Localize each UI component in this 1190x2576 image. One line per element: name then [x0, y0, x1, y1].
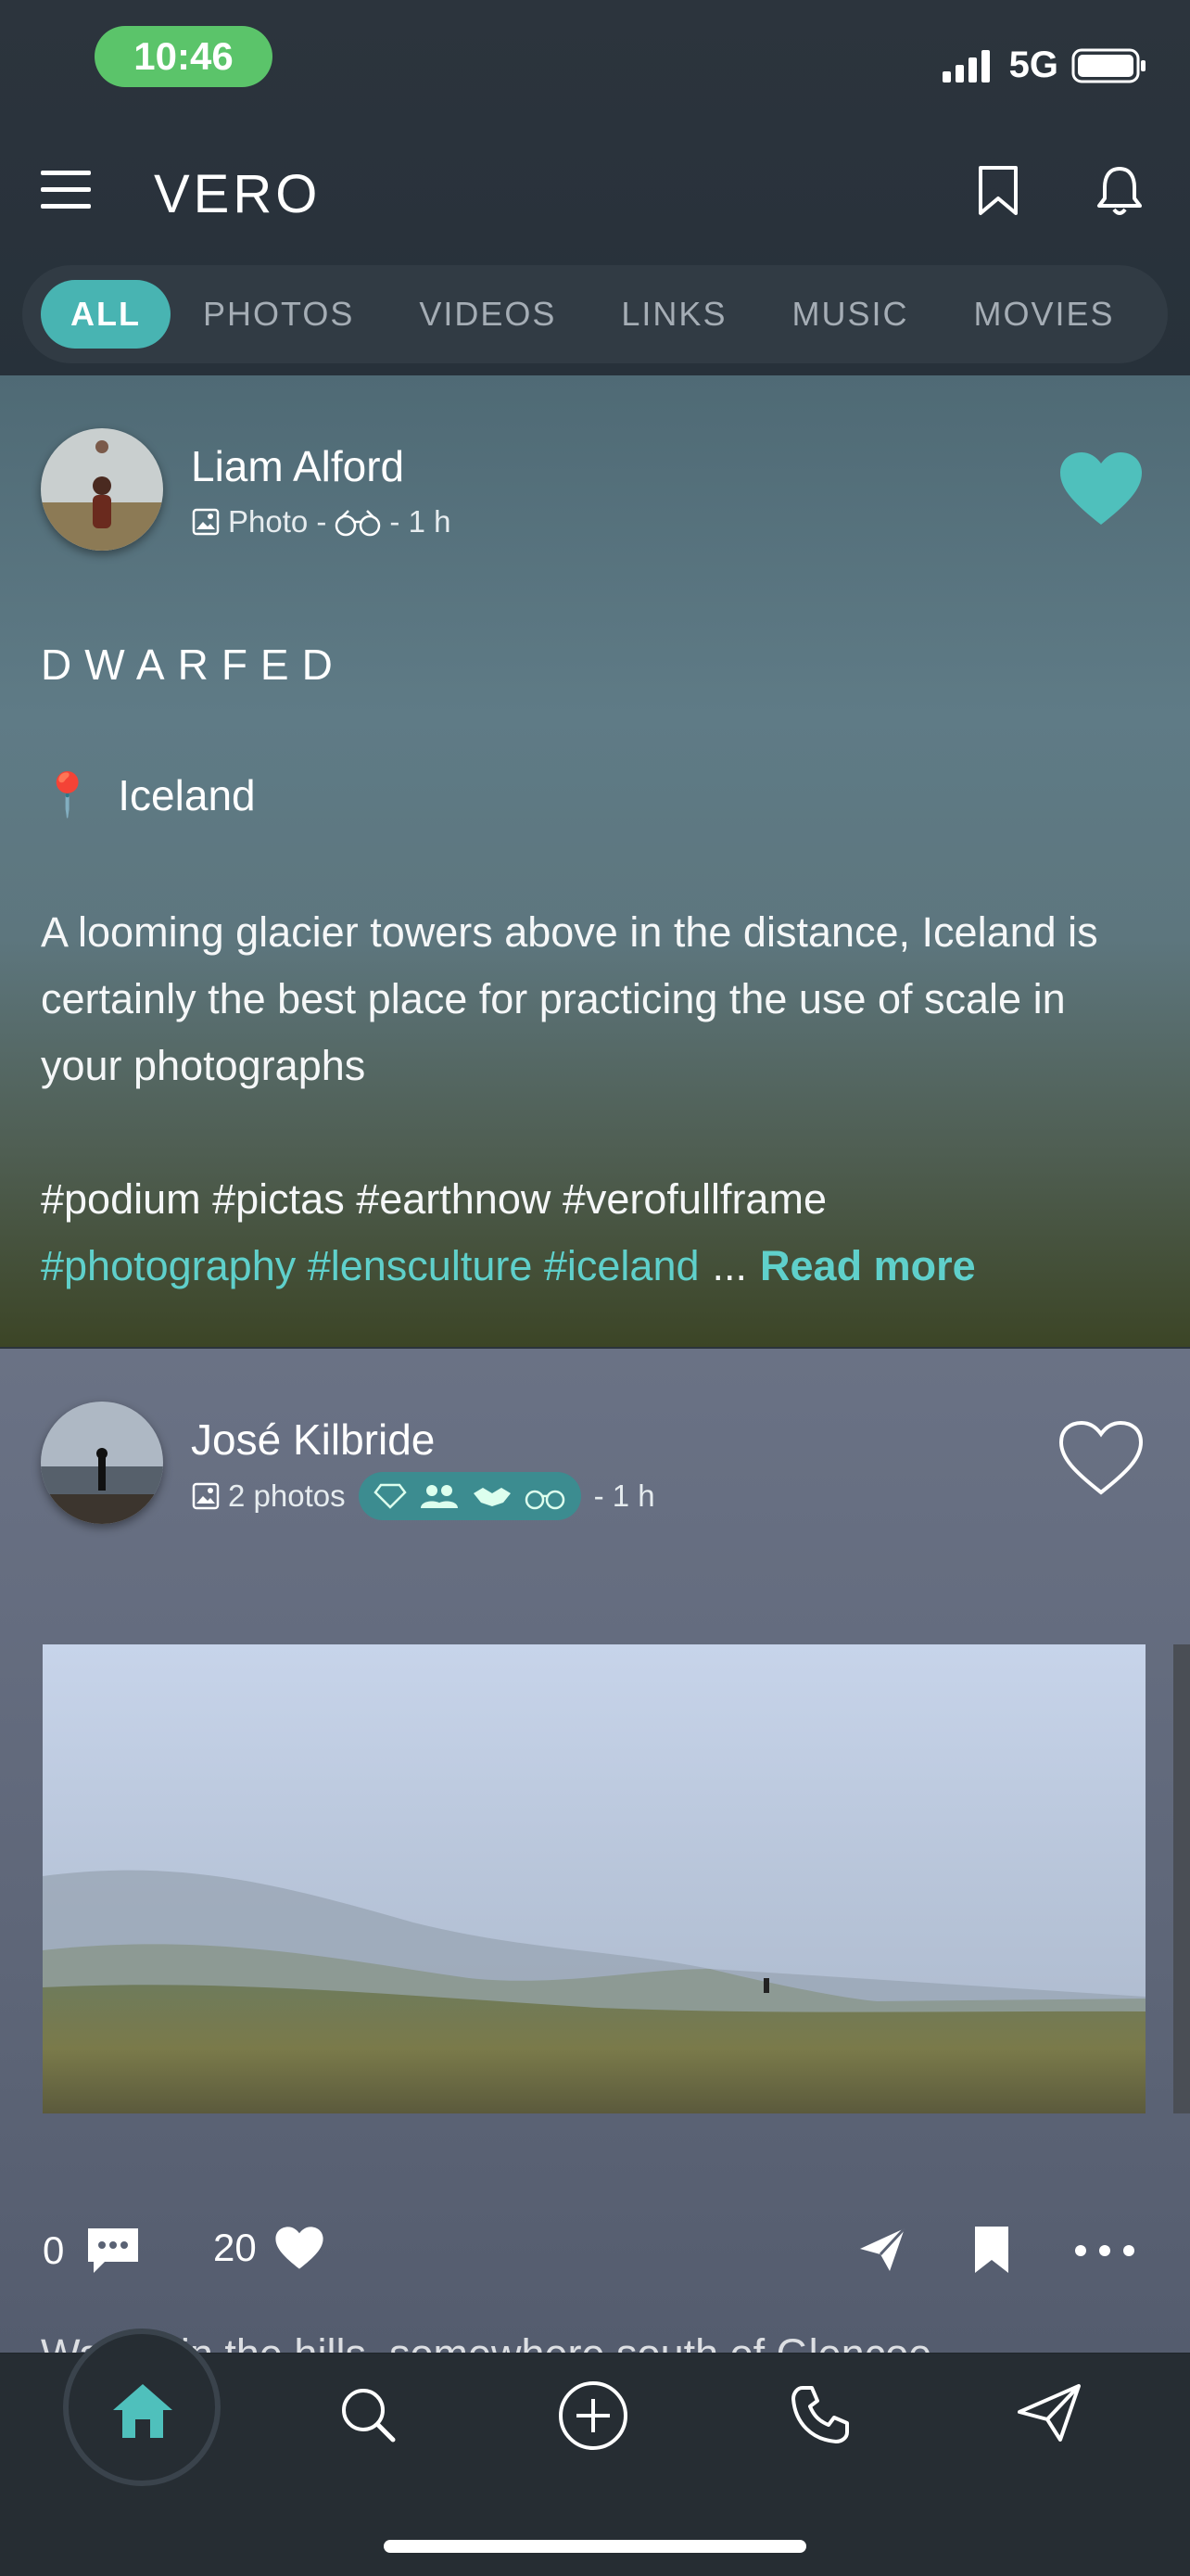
likes-action[interactable]: 20	[213, 2225, 325, 2271]
post-type: 2 photos	[228, 1478, 346, 1513]
avatar[interactable]	[41, 428, 163, 551]
heart-icon	[275, 2227, 323, 2269]
post-text: A looming glacier towers above in the di…	[41, 908, 1098, 1089]
next-photo-peek[interactable]	[1173, 1644, 1190, 2113]
post-title: DWARFED	[41, 641, 346, 689]
photo-icon	[192, 1482, 220, 1510]
ellipsis: ...	[712, 1242, 748, 1289]
tab-all[interactable]: ALL	[41, 280, 171, 349]
post-photo[interactable]	[43, 1644, 1146, 2113]
filter-tabs: ALL PHOTOS VIDEOS LINKS MUSIC MOVIES	[22, 265, 1168, 363]
search-icon[interactable]	[339, 2386, 397, 2443]
more-options-icon[interactable]	[1073, 2241, 1136, 2260]
plus-circle-icon[interactable]	[558, 2380, 628, 2451]
post-meta: Photo - - 1 h	[191, 504, 450, 539]
save-icon[interactable]	[973, 2225, 1010, 2275]
phone-icon[interactable]	[790, 2384, 851, 2445]
audience-pill	[358, 1472, 581, 1520]
bookmark-icon[interactable]	[977, 165, 1019, 217]
send-icon[interactable]	[1016, 2382, 1082, 2443]
post-location: 📍 Iceland	[41, 769, 256, 820]
post-author[interactable]: José Kilbride	[191, 1415, 435, 1465]
pin-icon: 📍	[41, 770, 95, 818]
read-more-link[interactable]: Read more	[760, 1233, 976, 1300]
comments-action[interactable]: 0	[43, 2225, 142, 2277]
home-indicator	[384, 2540, 806, 2553]
share-icon[interactable]	[856, 2225, 908, 2275]
hashtags[interactable]: #photography #lensculture #iceland	[41, 1233, 700, 1300]
heart-outline-icon[interactable]	[1057, 1418, 1146, 1498]
tab-videos[interactable]: VIDEOS	[386, 280, 589, 349]
status-indicators: 5G	[941, 44, 1147, 86]
photo-icon	[192, 508, 220, 536]
hamburger-icon[interactable]	[41, 169, 93, 211]
home-icon[interactable]	[109, 2380, 176, 2442]
tab-photos[interactable]: PHOTOS	[171, 280, 386, 349]
comment-count: 0	[43, 2228, 65, 2272]
battery-icon	[1071, 48, 1146, 82]
post-meta: 2 photos - 1 h	[191, 1472, 655, 1520]
comment-icon	[88, 2228, 139, 2273]
post-time: - 1 h	[389, 504, 451, 539]
handshake-icon	[473, 1488, 511, 1506]
like-count: 20	[213, 2226, 257, 2269]
diamond-icon	[373, 1483, 407, 1509]
avatar-photo	[41, 1402, 163, 1524]
tab-music[interactable]: MUSIC	[759, 280, 941, 349]
binoculars-icon	[525, 1490, 564, 1510]
tab-links[interactable]: LINKS	[589, 280, 759, 349]
hashtags-line-1[interactable]: #podium #pictas #earthnow #verofullframe	[41, 1166, 827, 1233]
avatar[interactable]	[41, 1402, 163, 1524]
signal-icon	[942, 49, 990, 82]
post-type: Photo -	[228, 504, 327, 539]
status-time: 10:46	[95, 26, 272, 87]
network-label: 5G	[1008, 44, 1058, 85]
binoculars-icon	[335, 510, 381, 537]
post-author[interactable]: Liam Alford	[191, 441, 404, 491]
hashtags-line-2: #photography #lensculture #iceland ... R…	[41, 1233, 976, 1300]
avatar-photo	[41, 428, 163, 551]
post-time: - 1 h	[593, 1478, 655, 1513]
location-label: Iceland	[118, 770, 256, 819]
people-icon	[420, 1485, 458, 1508]
tab-movies[interactable]: MOVIES	[941, 280, 1146, 349]
heart-filled-icon[interactable]	[1057, 449, 1146, 528]
bell-icon[interactable]	[1095, 163, 1144, 219]
vero-logo: VERO	[154, 164, 322, 224]
